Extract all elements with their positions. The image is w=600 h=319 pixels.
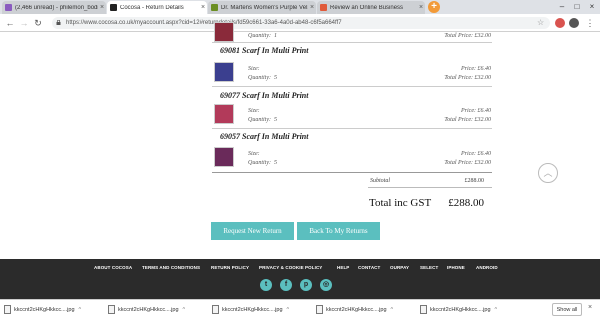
price: Price: £6.40 <box>461 108 491 114</box>
maximize-icon[interactable]: □ <box>571 1 583 13</box>
product-thumbnail <box>214 147 234 167</box>
file-icon <box>4 305 11 315</box>
quantity-value: 5 <box>274 117 277 123</box>
bookmark-star-icon[interactable]: ☆ <box>537 17 544 29</box>
footer-link-iphone[interactable]: IPHONE <box>447 265 465 270</box>
back-icon[interactable]: ← <box>4 17 16 29</box>
footer-link-android[interactable]: ANDROID <box>476 265 498 270</box>
pinterest-icon[interactable]: p <box>300 279 312 291</box>
divider <box>368 187 492 188</box>
footer-link-contact[interactable]: CONTACT <box>358 265 380 270</box>
total-value: £288.00 <box>448 197 484 209</box>
file-icon <box>212 305 219 315</box>
download-item[interactable]: kkccnt2cHKgHkkcc....jpg ^ <box>108 304 185 316</box>
footer-link-terms[interactable]: TERMS AND CONDITIONS <box>142 265 200 270</box>
close-icon[interactable]: × <box>308 4 316 11</box>
total-price: Total Price: £32.00 <box>444 160 491 166</box>
file-icon <box>420 305 427 315</box>
quantity-label: Quantity: <box>248 117 271 123</box>
chevron-up-icon[interactable]: ^ <box>391 307 394 313</box>
browser-tab-bar: (2,466 unread) - philemon_bodi@... × Coc… <box>0 0 600 14</box>
size-label: Size: <box>248 66 260 72</box>
divider <box>212 128 492 129</box>
reload-icon[interactable]: ↻ <box>32 17 44 29</box>
footer-link-help[interactable]: HELP <box>337 265 349 270</box>
product-thumbnail <box>214 104 234 124</box>
product-thumbnail <box>214 22 234 42</box>
twitter-icon[interactable]: t <box>260 279 272 291</box>
close-icon[interactable]: × <box>588 304 592 311</box>
quantity-label: Quantity: <box>248 33 271 39</box>
total-label: Total inc GST <box>369 197 432 209</box>
download-item[interactable]: kkccnt2cHKgHkkcc....jpg ^ <box>212 304 289 316</box>
quantity-label: Quantity: <box>248 75 271 81</box>
instagram-icon[interactable]: ◎ <box>320 279 332 291</box>
total-price: Total Price: £32.00 <box>444 33 491 39</box>
profile-icon[interactable] <box>569 18 579 28</box>
footer-link-return-policy[interactable]: RETURN POLICY <box>211 265 249 270</box>
new-tab-button[interactable]: + <box>428 1 440 13</box>
subtotal-label: Subtotal <box>370 178 391 184</box>
file-icon <box>316 305 323 315</box>
site-footer: ABOUT COCOSA TERMS AND CONDITIONS RETURN… <box>0 259 600 299</box>
divider <box>212 172 492 173</box>
total-price: Total Price: £32.00 <box>444 75 491 81</box>
footer-link-about[interactable]: ABOUT COCOSA <box>94 265 132 270</box>
show-all-button[interactable]: Show all <box>552 303 582 316</box>
close-window-icon[interactable]: × <box>586 1 598 13</box>
close-icon[interactable]: × <box>98 4 106 11</box>
request-new-return-button[interactable]: Request New Return <box>211 222 294 240</box>
footer-link-privacy[interactable]: PRIVACY & COOKIE POLICY <box>259 265 322 270</box>
facebook-icon[interactable]: f <box>280 279 292 291</box>
tab-review[interactable]: Review an Online Business × <box>317 1 425 14</box>
price: Price: £6.40 <box>461 66 491 72</box>
quantity-label: Quantity: <box>248 160 271 166</box>
total-price: Total Price: £32.00 <box>444 117 491 123</box>
scroll-to-top-icon[interactable]: ︿ <box>538 163 558 183</box>
item-title[interactable]: 69057 Scarf In Multi Print <box>220 132 308 141</box>
url-input[interactable]: https://www.cocosa.co.uk/myaccount.aspx?… <box>52 17 550 29</box>
tab-gmail[interactable]: (2,466 unread) - philemon_bodi@... × <box>2 1 106 14</box>
mail-icon <box>5 4 12 11</box>
close-icon[interactable]: × <box>199 4 207 11</box>
site-icon <box>320 4 327 11</box>
back-to-my-returns-button[interactable]: Back To My Returns <box>297 222 380 240</box>
item-title[interactable]: 69077 Scarf In Multi Print <box>220 91 308 100</box>
product-thumbnail <box>214 62 234 82</box>
size-label: Size: <box>248 151 260 157</box>
quantity-value: 5 <box>274 160 277 166</box>
tab-cocosa[interactable]: Cocosa - Return Details × <box>107 1 207 14</box>
file-icon <box>108 305 115 315</box>
tab-dr-martens[interactable]: Dr. Martens Women's Purple Vel... × <box>208 1 316 14</box>
return-details-page: Quantity: 1 Total Price: £32.00 69081 Sc… <box>0 22 600 292</box>
divider <box>212 86 492 87</box>
chevron-up-icon[interactable]: ^ <box>183 307 186 313</box>
quantity-value: 5 <box>274 75 277 81</box>
address-bar: ← → ↻ https://www.cocosa.co.uk/myaccount… <box>0 14 600 32</box>
extension-icon[interactable] <box>555 18 565 28</box>
divider <box>212 42 492 43</box>
download-bar: kkccnt2cHKgHkkcc....jpg ^ kkccnt2cHKgHkkc… <box>0 299 600 319</box>
cocosa-icon <box>110 4 117 11</box>
site-icon <box>211 4 218 11</box>
subtotal-value: £288.00 <box>464 178 485 184</box>
close-icon[interactable]: × <box>417 4 425 11</box>
menu-icon[interactable]: ⋮ <box>584 17 596 29</box>
item-title[interactable]: 69081 Scarf In Multi Print <box>220 46 308 55</box>
lock-icon <box>56 20 61 25</box>
footer-link-ourpay[interactable]: OURPAY <box>390 265 409 270</box>
minimize-icon[interactable]: – <box>556 1 568 13</box>
size-label: Size: <box>248 108 260 114</box>
chevron-up-icon[interactable]: ^ <box>287 307 290 313</box>
footer-link-select[interactable]: SELECT <box>420 265 438 270</box>
download-item[interactable]: kkccnt2cHKgHkkcc....jpg ^ <box>420 304 497 316</box>
download-item[interactable]: kkccnt2cHKgHkkcc....jpg ^ <box>316 304 393 316</box>
price: Price: £6.40 <box>461 151 491 157</box>
chevron-up-icon[interactable]: ^ <box>79 307 82 313</box>
chevron-up-icon[interactable]: ^ <box>495 307 498 313</box>
download-item[interactable]: kkccnt2cHKgHkkcc....jpg ^ <box>4 304 81 316</box>
quantity-value: 1 <box>274 33 277 39</box>
forward-icon[interactable]: → <box>18 17 30 29</box>
